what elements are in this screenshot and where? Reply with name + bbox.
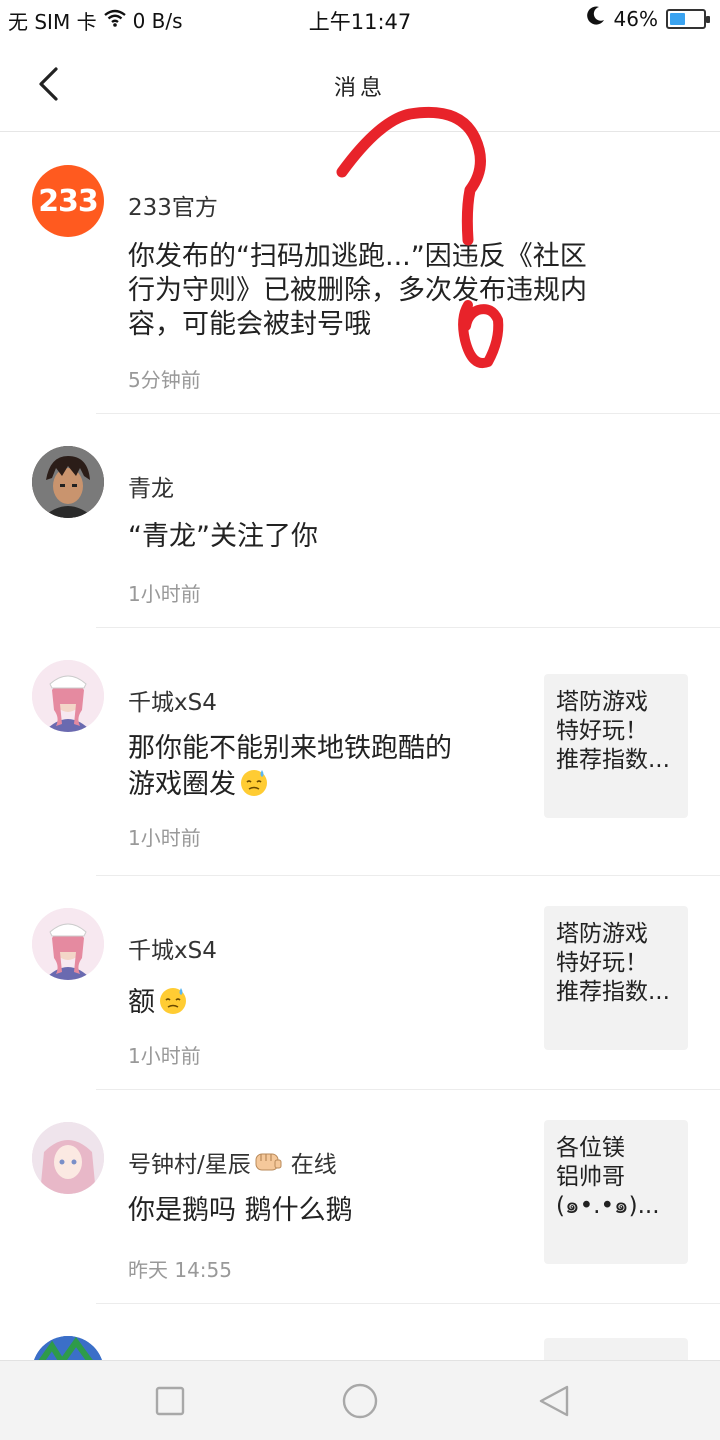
message-row[interactable]: 千城xS4 额 1小时前 塔防游戏 特好玩！ 推荐指数... [0, 876, 720, 1090]
avatar-logo-text: 233 [38, 183, 99, 219]
sender-name: 233官方 [128, 195, 218, 221]
battery-percent: 46% [613, 6, 658, 31]
online-status: 在线 [290, 1152, 337, 1178]
message-line: 行为守则》已被删除，多次发布违规内 [128, 275, 587, 306]
avatar[interactable]: 233 [32, 165, 104, 237]
message-line: 你是鹅吗 鹅什么鹅 [128, 1195, 353, 1226]
system-back-button[interactable] [534, 1381, 574, 1421]
message-time: 昨天 14:55 [128, 1258, 232, 1282]
thumbnail-line: 推荐指数... [556, 979, 670, 1005]
message-text: “青龙”关注了你 [128, 520, 318, 554]
message-line: 那你能不能别来地铁跑酷的 [128, 733, 452, 764]
thumbnail-line: 特好玩！ [556, 718, 648, 744]
message-line: 额 [128, 987, 155, 1018]
fist-emoji-icon [255, 1153, 282, 1171]
message-row[interactable]: 233 233官方 你发布的“扫码加逃跑...”因违反《社区 行为守则》已被删除… [0, 133, 720, 414]
message-list: 233 233官方 你发布的“扫码加逃跑...”因违反《社区 行为守则》已被删除… [0, 133, 720, 1408]
thumbnail-line: 塔防游戏 [556, 921, 648, 947]
message-line: 你发布的“扫码加逃跑...”因违反《社区 [128, 241, 587, 272]
thumbnail-line: 推荐指数... [556, 747, 670, 773]
message-time: 1小时前 [128, 1044, 201, 1068]
message-row[interactable] [0, 1304, 720, 1408]
avatar-image [32, 1122, 104, 1194]
post-thumbnail[interactable]: 塔防游戏 特好玩！ 推荐指数... [544, 906, 688, 1050]
sender-name-group: 号钟村/星辰 在线 [128, 1145, 337, 1179]
message-text: 你是鹅吗 鹅什么鹅 [128, 1194, 353, 1228]
avatar[interactable] [32, 446, 104, 518]
sender-name: 千城xS4 [128, 938, 217, 964]
sender-name: 青龙 [128, 476, 174, 502]
avatar[interactable] [32, 908, 104, 980]
message-row[interactable]: 号钟村/星辰 在线 你是鹅吗 鹅什么鹅 昨天 14:55 各位镁 铝帅哥 (๑•… [0, 1090, 720, 1304]
avatar-image [32, 908, 104, 980]
battery-level [670, 12, 685, 25]
message-row[interactable]: 青龙 “青龙”关注了你 1小时前 [0, 414, 720, 628]
chevron-left-icon [39, 67, 58, 101]
header: 消息 [0, 38, 720, 132]
message-time: 1小时前 [128, 582, 201, 606]
avatar[interactable] [32, 660, 104, 732]
message-text: 你发布的“扫码加逃跑...”因违反《社区 行为守则》已被删除，多次发布违规内 容… [128, 240, 587, 342]
sweat-face-emoji-icon [241, 770, 267, 796]
sweat-face-emoji-icon [160, 988, 186, 1014]
thumbnail-line: 塔防游戏 [556, 689, 648, 715]
home-button[interactable] [340, 1381, 380, 1421]
sender-name: 千城xS4 [128, 690, 217, 716]
battery-icon [666, 8, 710, 29]
system-nav-bar [0, 1360, 720, 1440]
avatar-image [32, 660, 104, 732]
back-button[interactable] [24, 60, 72, 108]
message-time: 5分钟前 [128, 368, 201, 392]
recent-apps-button[interactable] [150, 1381, 190, 1421]
avatar[interactable] [32, 1122, 104, 1194]
post-thumbnail[interactable]: 塔防游戏 特好玩！ 推荐指数... [544, 674, 688, 818]
post-thumbnail[interactable]: 各位镁 铝帅哥 (๑•.•๑)... [544, 1120, 688, 1264]
message-line: “青龙”关注了你 [128, 521, 318, 552]
thumbnail-line: 铝帅哥 [556, 1164, 625, 1190]
circle-icon [342, 1383, 378, 1419]
message-text: 额 [128, 984, 189, 1020]
message-row[interactable]: 千城xS4 那你能不能别来地铁跑酷的 游戏圈发 1小时前 塔防游戏 特好玩！ 推… [0, 628, 720, 876]
sender-name: 号钟村/星辰 [128, 1152, 251, 1178]
status-right: 46% [584, 5, 710, 32]
thumbnail-line: 特好玩！ [556, 950, 648, 976]
square-icon [155, 1386, 185, 1416]
avatar-image [32, 446, 104, 518]
triangle-back-icon [539, 1385, 569, 1417]
message-line: 游戏圈发 [128, 769, 236, 800]
message-line: 容，可能会被封号哦 [128, 309, 371, 340]
thumbnail-line: 各位镁 [556, 1135, 625, 1161]
moon-icon [584, 5, 606, 32]
status-bar: 无 SIM 卡 0 B/s 上午11:47 46% [0, 0, 720, 38]
page-title: 消息 [333, 76, 386, 101]
thumbnail-line: (๑•.•๑)... [556, 1193, 660, 1219]
message-text: 那你能不能别来地铁跑酷的 游戏圈发 [128, 732, 452, 802]
message-time: 1小时前 [128, 826, 201, 850]
